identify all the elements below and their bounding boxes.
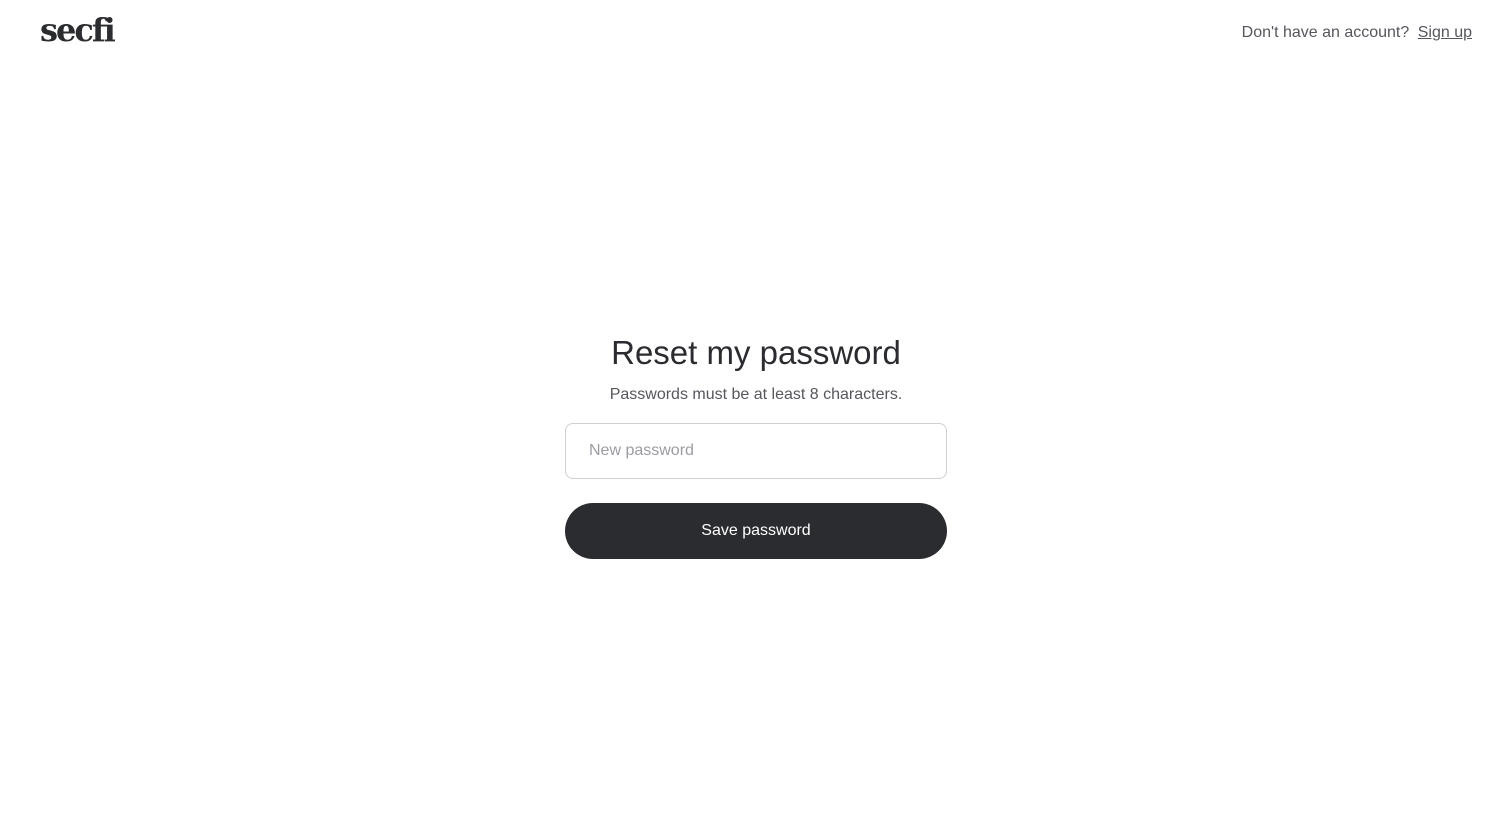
signup-link[interactable]: Sign up <box>1418 24 1472 41</box>
save-password-button[interactable]: Save password <box>565 503 947 559</box>
reset-password-page: secfi Don't have an account? Sign up Res… <box>0 0 1512 814</box>
password-requirements: Passwords must be at least 8 characters. <box>609 386 903 403</box>
new-password-input[interactable] <box>565 423 947 479</box>
page-title: Reset my password <box>611 334 901 371</box>
signup-prompt: Don't have an account? Sign up <box>1242 22 1472 44</box>
reset-password-form: Reset my password Passwords must be at l… <box>565 332 947 559</box>
secfi-logo[interactable]: secfi <box>40 10 116 50</box>
signup-prompt-text: Don't have an account? <box>1241 24 1410 41</box>
